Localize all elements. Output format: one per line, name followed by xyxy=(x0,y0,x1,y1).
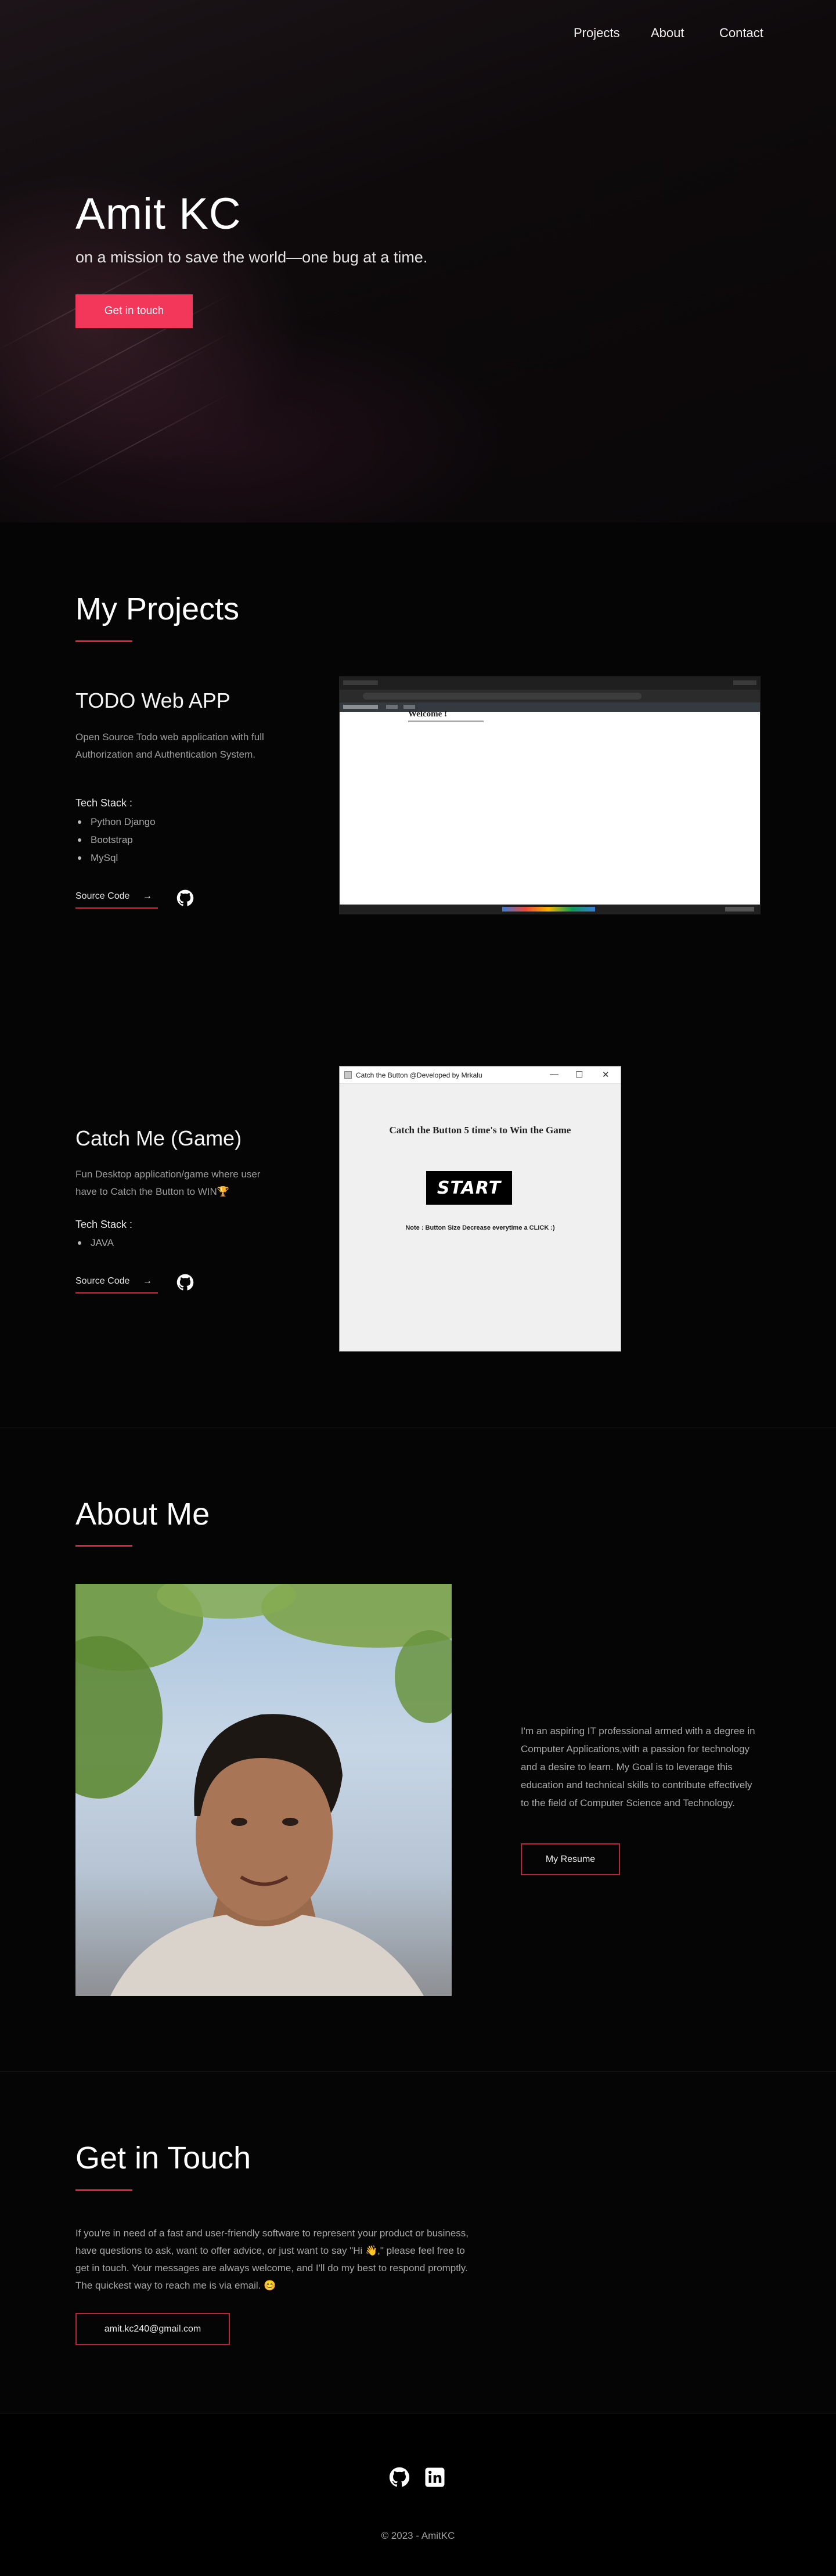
email-button[interactable]: amit.kc240@gmail.com xyxy=(75,2313,230,2345)
contact-heading: Get in Touch xyxy=(75,2141,251,2175)
about-description: I'm an aspiring IT professional armed wi… xyxy=(521,1725,755,1808)
arrow-right-icon: → xyxy=(142,891,152,901)
list-item: MySql xyxy=(75,849,156,867)
tech-stack-label: Tech Stack : xyxy=(75,797,133,809)
footer xyxy=(0,2413,836,2576)
project-title-todo: TODO Web APP xyxy=(75,689,230,712)
catch-me-game-screenshot: Catch the Button @Developed by Mrkalu — … xyxy=(339,1066,621,1352)
project-description-todo: Open Source Todo web application with fu… xyxy=(75,732,264,760)
game-note: Note : Button Size Decrease everytime a … xyxy=(405,1224,555,1231)
todo-app-screenshot: Welcome ! xyxy=(339,676,761,914)
tech-stack-label: Tech Stack : xyxy=(75,1219,133,1230)
contact-heading-underline xyxy=(75,2189,132,2191)
profile-photo xyxy=(75,1584,452,1996)
nav-contact-link[interactable]: Contact xyxy=(719,26,763,41)
close-icon: ✕ xyxy=(602,1070,610,1080)
list-item: Python Django xyxy=(75,813,156,831)
tech-stack-list: JAVA xyxy=(75,1234,114,1252)
projects-heading: My Projects xyxy=(75,592,240,626)
about-heading-underline xyxy=(75,1545,132,1547)
game-window-title: Catch the Button @Developed by Mrkalu xyxy=(356,1071,482,1079)
list-item: JAVA xyxy=(75,1234,114,1252)
list-item: Bootstrap xyxy=(75,831,156,849)
todo-welcome-text: Welcome ! xyxy=(408,709,448,719)
maximize-icon: ☐ xyxy=(575,1070,583,1080)
app-window-icon xyxy=(344,1071,352,1079)
tech-stack-list: Python Django Bootstrap MySql xyxy=(75,813,156,867)
project-description-game: Fun Desktop application/game where user … xyxy=(75,1169,261,1197)
hero-tagline: on a mission to save the world—one bug a… xyxy=(75,248,428,266)
github-icon[interactable] xyxy=(389,2467,410,2488)
source-code-link-game[interactable]: Source Code → xyxy=(75,1276,158,1294)
linkedin-icon[interactable] xyxy=(424,2467,445,2488)
game-start-button: START xyxy=(426,1171,512,1205)
source-code-link-todo[interactable]: Source Code → xyxy=(75,891,158,909)
projects-heading-underline xyxy=(75,640,132,642)
game-heading: Catch the Button 5 time's to Win the Gam… xyxy=(389,1125,571,1136)
minimize-icon: — xyxy=(550,1069,558,1079)
source-code-label: Source Code xyxy=(75,891,130,901)
about-heading: About Me xyxy=(75,1497,210,1532)
todo-welcome-subtext xyxy=(408,720,484,723)
github-icon[interactable] xyxy=(176,889,194,907)
get-in-touch-button[interactable]: Get in touch xyxy=(75,294,193,328)
section-divider xyxy=(0,2071,836,2072)
my-resume-button[interactable]: My Resume xyxy=(521,1843,620,1875)
project-title-game: Catch Me (Game) xyxy=(75,1126,242,1150)
github-icon[interactable] xyxy=(176,1274,194,1291)
contact-description: If you're in need of a fast and user-fri… xyxy=(75,2228,469,2291)
hero-name: Amit KC xyxy=(75,189,242,239)
nav-projects-link[interactable]: Projects xyxy=(574,26,619,41)
source-code-label: Source Code xyxy=(75,1276,130,1286)
nav-about-link[interactable]: About xyxy=(651,26,684,41)
copyright-text: © 2023 - AmitKC xyxy=(381,2530,455,2541)
top-nav: Projects About Contact xyxy=(0,0,836,64)
hero-section: Amit KC on a mission to save the world—o… xyxy=(0,0,836,523)
arrow-right-icon: → xyxy=(142,1276,152,1286)
